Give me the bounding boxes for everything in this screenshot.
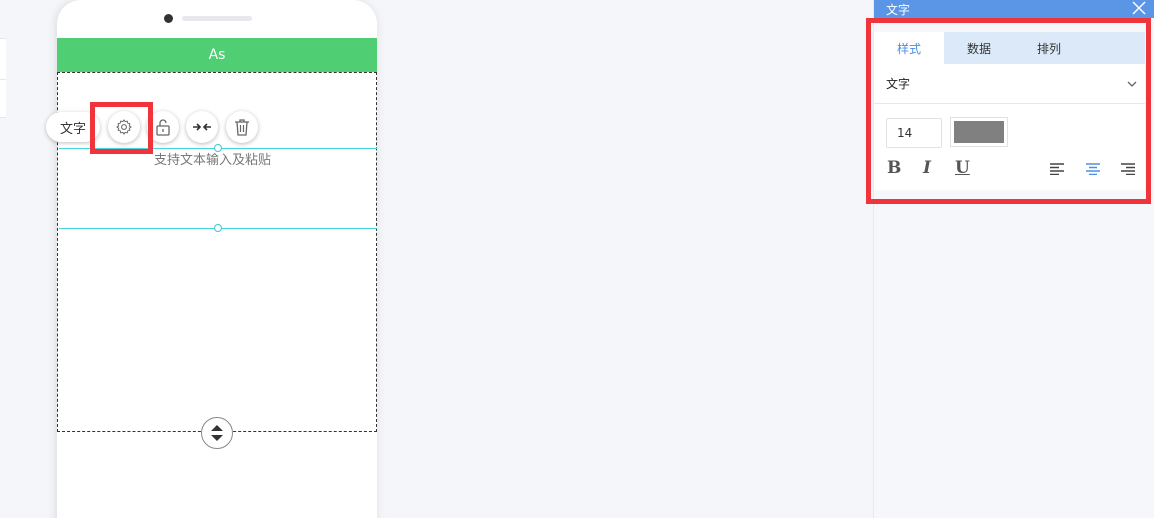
delete-button[interactable]	[226, 111, 258, 143]
page-header[interactable]: As	[57, 38, 377, 72]
phone-speaker	[182, 16, 252, 21]
page-header-title: As	[208, 47, 226, 63]
text-component[interactable]: 支持文本输入及粘贴	[154, 149, 271, 168]
resize-handle[interactable]	[201, 417, 233, 449]
highlight-box-settings	[90, 102, 153, 154]
phone-preview: As 支持文本输入及粘贴	[57, 0, 377, 518]
merge-icon	[193, 123, 211, 131]
phone-camera	[164, 14, 173, 23]
highlight-box-panel	[866, 18, 1151, 204]
up-down-arrow-icon	[211, 425, 223, 441]
left-panel-edge	[0, 38, 6, 118]
panel-title: 文字	[886, 2, 911, 17]
panel-title-bar: 文字	[874, 0, 1154, 18]
trash-icon	[235, 119, 249, 136]
close-icon[interactable]	[1132, 1, 1146, 15]
merge-button[interactable]	[186, 111, 218, 143]
unlock-icon	[156, 119, 170, 136]
guide-handle-bottom[interactable]	[214, 224, 222, 232]
